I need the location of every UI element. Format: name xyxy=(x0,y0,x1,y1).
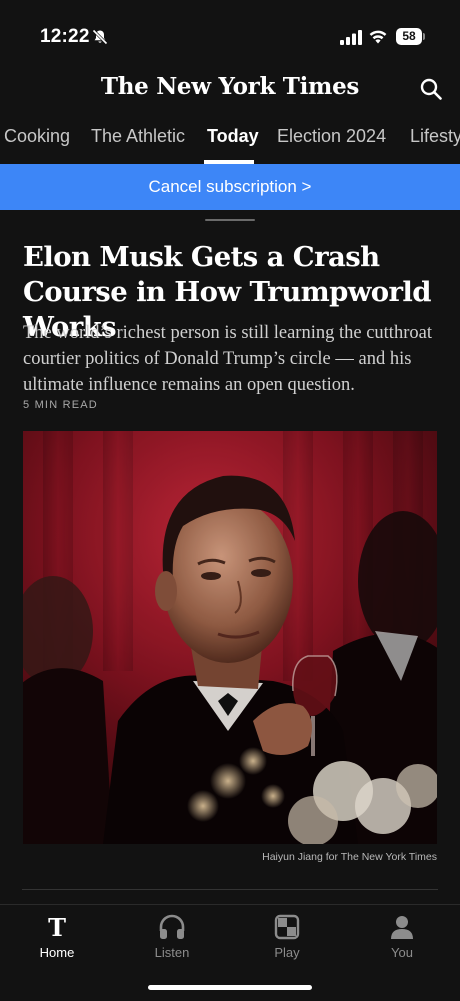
section-nav: Cooking The Athletic Today Election 2024… xyxy=(0,116,460,164)
nyt-logo[interactable]: The New York Times xyxy=(0,70,460,104)
person-icon xyxy=(391,916,413,939)
drag-handle xyxy=(205,219,255,221)
read-time: 5 MIN READ xyxy=(23,399,98,411)
wifi-icon xyxy=(369,30,387,44)
tab-lifestyle[interactable]: Lifesty xyxy=(410,126,460,147)
svg-text:T: T xyxy=(48,913,66,941)
headphones-icon xyxy=(159,914,185,939)
status-bar: 12:22 58 xyxy=(0,0,460,70)
photo-credit: Haiyun Jiang for The New York Times xyxy=(262,851,437,863)
battery-tip xyxy=(423,33,425,40)
cancel-subscription-banner[interactable]: Cancel subscription > xyxy=(0,164,460,210)
tab-today[interactable]: Today xyxy=(207,126,259,147)
puzzle-icon xyxy=(274,914,300,940)
cellular-signal-icon xyxy=(340,30,362,45)
tab-the-athletic[interactable]: The Athletic xyxy=(91,126,185,147)
bell-muted-icon xyxy=(92,29,108,45)
bottom-nav-you-label: You xyxy=(391,945,413,960)
hero-photo-illustration xyxy=(23,431,437,844)
bottom-nav-home[interactable]: T Home xyxy=(17,913,97,960)
status-time: 12:22 xyxy=(40,26,90,47)
bottom-nav-play-label: Play xyxy=(274,945,300,960)
home-indicator[interactable] xyxy=(148,985,312,990)
article-hero-photo[interactable] xyxy=(23,431,437,844)
nyt-t-icon: T xyxy=(48,913,66,941)
bottom-nav-listen[interactable]: Listen xyxy=(132,913,212,960)
tab-election-2024[interactable]: Election 2024 xyxy=(277,126,386,147)
tab-cooking[interactable]: Cooking xyxy=(4,126,70,147)
masthead: The New York Times xyxy=(0,70,460,110)
bottom-nav-you[interactable]: You xyxy=(362,913,442,960)
divider xyxy=(22,889,438,890)
bottom-nav-play[interactable]: Play xyxy=(247,913,327,960)
battery-indicator: 58 xyxy=(396,28,422,45)
bottom-nav-home-label: Home xyxy=(39,945,75,960)
article-summary[interactable]: The world’s richest person is still lear… xyxy=(23,320,442,398)
bottom-nav-listen-label: Listen xyxy=(154,945,190,960)
search-icon[interactable] xyxy=(420,78,442,100)
